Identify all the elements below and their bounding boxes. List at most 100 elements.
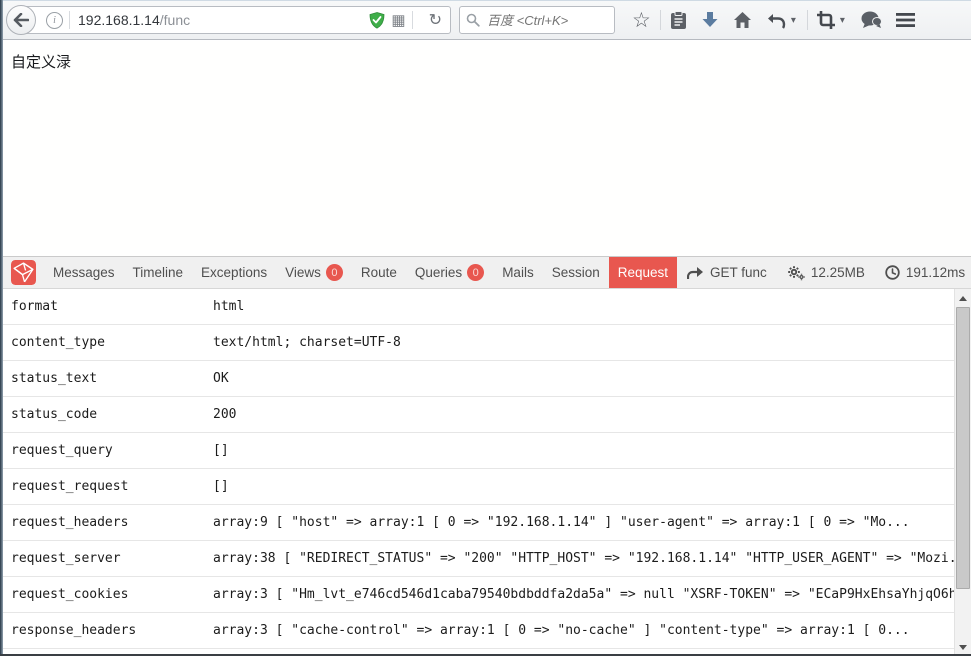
debugbar-tab[interactable]: Timeline	[124, 257, 193, 288]
time-value: 191.12ms	[906, 265, 965, 280]
debugbar-tab-label: Queries	[415, 265, 462, 280]
row-value: text/html; charset=UTF-8	[213, 325, 971, 360]
hamburger-icon	[896, 13, 915, 27]
undo-arrow-icon	[766, 12, 786, 29]
memory-value: 12.25MB	[811, 265, 865, 280]
debugbar-tab[interactable]: Request	[609, 257, 677, 288]
debugbar-tab[interactable]: Exceptions	[192, 257, 276, 288]
row-value: html	[213, 289, 971, 324]
request-panel: format html content_type text/html; char…	[3, 289, 971, 656]
debugbar-tab-label: Exceptions	[201, 265, 267, 280]
shield-icon[interactable]	[369, 12, 385, 29]
toolbar-separator	[807, 10, 808, 30]
url-host: 192.168.1.14	[78, 12, 160, 28]
row-value: []	[213, 433, 971, 468]
row-key: format	[3, 289, 213, 324]
search-box[interactable]	[459, 6, 615, 34]
table-row[interactable]: status_text OK	[3, 361, 971, 397]
route-label: GET func	[710, 265, 767, 280]
route-status: GET func	[677, 257, 777, 288]
row-value: array:3 [ "cache-control" => array:1 [ 0…	[213, 613, 971, 648]
debugbar-tab-label: Session	[552, 265, 600, 280]
home-button[interactable]	[733, 7, 752, 33]
vertical-scrollbar[interactable]	[954, 289, 971, 656]
debugbar-tab[interactable]: Views 0	[276, 257, 352, 288]
search-icon	[466, 13, 480, 27]
row-key: request_headers	[3, 505, 213, 540]
row-value: array:38 [ "REDIRECT_STATUS" => "200" "H…	[213, 541, 971, 576]
reload-button[interactable]: ↻	[427, 10, 444, 30]
scroll-up-arrow[interactable]	[955, 291, 971, 305]
debugbar-tab-label: Messages	[53, 265, 115, 280]
bookmarks-menu-button[interactable]	[670, 7, 687, 33]
row-key: status_text	[3, 361, 213, 396]
debugbar-tab[interactable]: Session	[543, 257, 609, 288]
row-value: array:3 [ "Hm_lvt_e746cd546d1caba79540bd…	[213, 577, 971, 612]
url-bar[interactable]: i 192.168.1.14/func ▦ ↻	[21, 6, 451, 34]
table-row[interactable]: request_server array:38 [ "REDIRECT_STAT…	[3, 541, 971, 577]
toolbar-separator	[660, 10, 661, 30]
chat-button[interactable]	[861, 7, 882, 33]
row-key: request_request	[3, 469, 213, 504]
speech-bubble-icon	[861, 11, 882, 29]
back-button[interactable]	[6, 5, 36, 35]
table-row[interactable]: content_type text/html; charset=UTF-8	[3, 325, 971, 361]
url-text[interactable]: 192.168.1.14/func	[78, 12, 369, 28]
count-badge: 0	[326, 264, 343, 281]
chevron-down-icon: ▾	[840, 15, 845, 26]
debugbar-tab-label: Route	[361, 265, 397, 280]
table-row[interactable]: response_headers array:3 [ "cache-contro…	[3, 613, 971, 649]
debugbar-tab-label: Mails	[502, 265, 534, 280]
download-arrow-icon	[701, 11, 719, 29]
request-table: format html content_type text/html; char…	[3, 289, 971, 656]
debugbar-tab-label: Request	[618, 265, 668, 280]
page-title: 自定义渌	[3, 41, 971, 72]
debugbar-tab-label: Views	[285, 265, 321, 280]
cogs-icon	[787, 265, 805, 281]
memory-usage: 12.25MB	[777, 257, 875, 288]
browser-toolbar: i 192.168.1.14/func ▦ ↻ ☆	[0, 0, 971, 40]
bookmark-star-button[interactable]: ☆	[632, 7, 651, 33]
table-row[interactable]: format html	[3, 289, 971, 325]
redirect-arrow-icon	[687, 266, 704, 280]
scroll-down-arrow[interactable]	[955, 640, 971, 654]
laravel-logo-icon[interactable]	[11, 260, 36, 285]
row-key: request_server	[3, 541, 213, 576]
debugbar-tab[interactable]: Route	[352, 257, 406, 288]
row-value: array:9 [ "host" => array:1 [ 0 => "192.…	[213, 505, 971, 540]
row-value: OK	[213, 361, 971, 396]
row-value: 200	[213, 397, 971, 432]
row-key: response_headers	[3, 613, 213, 648]
downloads-button[interactable]	[701, 7, 719, 33]
table-row[interactable]: status_code 200	[3, 397, 971, 433]
debugbar-tabs: Messages Timeline Exceptions Views 0 Rou…	[44, 257, 677, 288]
home-icon	[733, 11, 752, 29]
page-content: 自定义渌	[3, 41, 971, 256]
crop-icon	[817, 11, 835, 29]
star-icon: ☆	[632, 10, 651, 31]
info-icon[interactable]: i	[46, 12, 63, 29]
table-row[interactable]: request_request []	[3, 469, 971, 505]
row-key: request_cookies	[3, 577, 213, 612]
search-input[interactable]	[485, 12, 607, 29]
table-row[interactable]: request_cookies array:3 [ "Hm_lvt_e746cd…	[3, 577, 971, 613]
crop-dropdown-button[interactable]: ▾	[838, 7, 847, 33]
chevron-down-icon: ▾	[791, 15, 796, 26]
count-badge: 0	[467, 264, 484, 281]
table-row[interactable]: request_headers array:9 [ "host" => arra…	[3, 505, 971, 541]
undo-dropdown-button[interactable]: ▾	[789, 7, 798, 33]
screenshot-crop-button[interactable]	[817, 7, 835, 33]
url-path: /func	[160, 12, 190, 28]
debugbar: Messages Timeline Exceptions Views 0 Rou…	[3, 256, 971, 289]
qr-code-icon[interactable]: ▦	[391, 13, 405, 28]
table-row[interactable]: request_query []	[3, 433, 971, 469]
request-time: 191.12ms	[875, 257, 971, 288]
debugbar-tab[interactable]: Queries 0	[406, 257, 493, 288]
url-separator	[69, 11, 70, 29]
debugbar-tab[interactable]: Mails	[493, 257, 543, 288]
menu-button[interactable]	[896, 7, 915, 33]
debugbar-tab[interactable]: Messages	[44, 257, 124, 288]
scrollbar-thumb[interactable]	[956, 307, 970, 589]
window-frame-left	[0, 0, 3, 656]
undo-button[interactable]	[766, 7, 786, 33]
